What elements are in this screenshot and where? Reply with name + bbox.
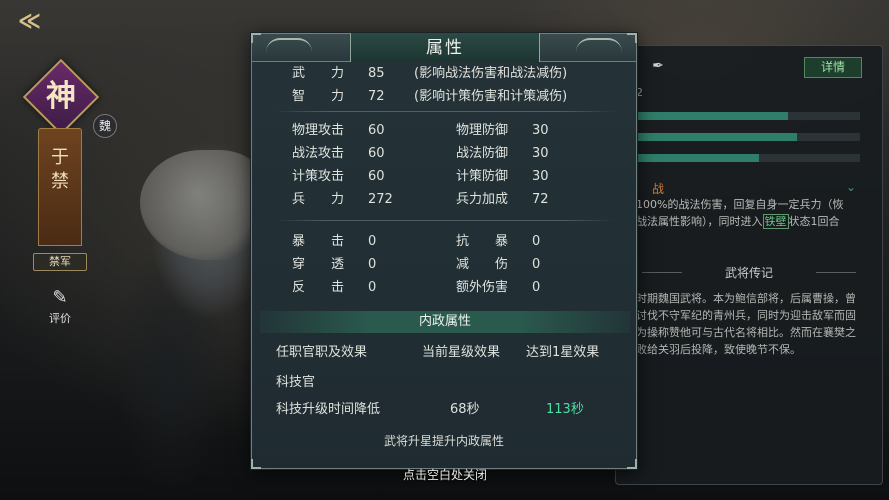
civil-header-next: 达到1星效果 [526,345,600,360]
hero-name: 于 禁 [38,146,82,194]
stat-label: 抗 暴 [456,234,509,249]
biography-text: 时期魏国武将。本为鲍信部将，后属曹操，曾 讨伐不守军纪的青州兵，同时为迎击敌军而… [636,290,862,358]
civil-header-current: 当前星级效果 [422,345,501,360]
panel-number-fragment: 2 [636,86,643,99]
stat-bar [636,154,860,162]
skill-description: 100%的战法伤害，回复自身一定兵力（恢 战法属性影响），同时进入 铁壁 状态1回合 [636,196,862,230]
troop-type-tag: 禁军 [33,253,87,271]
bio-line: 为操称赞他可与古代名将相比。然而在襄樊之 [636,326,856,339]
civil-header-post: 任职官职及效果 [276,345,368,360]
civil-effect-name: 科技升级时间降低 [276,402,381,417]
bio-line: 讨伐不守军纪的青州兵，同时为迎击敌军而固 [636,309,856,322]
divider [274,220,616,221]
modal-title: 属性 [426,38,464,58]
bio-line: 败给关羽后投降，致使晚节不保。 [636,343,801,356]
stat-bar-fill [636,133,798,141]
stat-value: 0 [532,257,541,272]
skill-desc-line: 战法属性影响），同时进入 铁壁 状态1回合 [636,213,862,230]
stat-value: 60 [368,146,385,161]
stat-label: 额外伤害 [456,280,509,295]
stat-value: 0 [532,234,541,249]
chevron-down-icon[interactable]: ⌄ [846,180,856,194]
corner-ornament-icon [251,33,261,43]
stat-value: 85 [368,66,385,81]
faction-badge: 魏 [93,114,117,138]
stat-label: 计策攻击 [292,169,345,184]
divider [274,111,616,112]
edit-note-icon: ✎ [52,287,68,308]
back-button[interactable]: ≪ [18,10,64,34]
stat-value: 272 [368,192,393,207]
ornament-icon [266,38,312,56]
civil-post-name: 科技官 [276,375,316,390]
stat-bar-fill [636,154,760,162]
stat-value: 0 [368,257,377,272]
stat-label: 物理防御 [456,123,509,138]
skill-type-tag: 战 [652,182,665,196]
stat-value: 72 [368,89,385,104]
ornament-icon [576,38,622,56]
stat-label: 兵 力 [292,192,345,207]
stat-label: 武 力 [292,66,345,81]
stat-value: 60 [368,169,385,184]
biography-title: 武将传记 [636,264,862,281]
stat-label: 暴 击 [292,234,345,249]
bio-line: 时期魏国武将。本为鲍信部将，后属曹操，曾 [636,292,856,305]
stat-label: 战法防御 [456,146,509,161]
stat-note: (影响战法伤害和战法减伤) [414,66,568,81]
stat-value: 0 [532,280,541,295]
stat-label: 智 力 [292,89,345,104]
stat-value: 0 [368,234,377,249]
corner-ornament-icon [627,33,637,43]
attributes-modal: 属性 武 力 85 (影响战法伤害和战法减伤) 智 力 72 (影响计策伤害和计… [251,33,637,469]
status-keyword[interactable]: 铁壁 [762,214,789,229]
stat-label: 穿 透 [292,257,345,272]
stat-note: (影响计策伤害和计策减伤) [414,89,568,104]
skill-desc-text: 战法属性影响），同时进入 [636,215,763,228]
corner-ornament-icon [627,459,637,469]
detail-button[interactable]: 详情 [804,57,862,78]
stat-bar [636,133,860,141]
skill-desc-line: 100%的战法伤害，回复自身一定兵力（恢 [636,198,844,211]
quill-icon: ✒ [652,58,664,74]
stat-value: 60 [368,123,385,138]
back-arrow-icon: ≪ [18,9,42,34]
hero-name-char: 禁 [51,171,69,192]
stat-bar-fill [636,112,789,120]
stat-label: 计策防御 [456,169,509,184]
upgrade-hint: 武将升星提升内政属性 [383,434,504,448]
close-hint[interactable]: 点击空白处关闭 [360,466,530,483]
stat-label: 战法攻击 [292,146,345,161]
rank-badge-glyph: 神 [46,79,76,114]
skill-desc-text: 状态1回合 [788,215,840,228]
stat-label: 物理攻击 [292,123,345,138]
stat-bar [636,112,860,120]
stat-label: 减 伤 [456,257,509,272]
civil-current-value: 68秒 [450,402,480,417]
hero-name-char: 于 [51,147,69,168]
civil-section-header: 内政属性 [260,311,630,333]
civil-next-value: 113秒 [546,402,584,417]
stat-value: 30 [532,146,549,161]
review-button[interactable]: ✎ 评价 [44,288,76,326]
stat-label: 反 击 [292,280,345,295]
stat-value: 0 [368,280,377,295]
stat-label: 兵力加成 [456,192,509,207]
stat-value: 72 [532,192,549,207]
stat-value: 30 [532,123,549,138]
review-label: 评价 [49,312,71,325]
stat-value: 30 [532,169,549,184]
corner-ornament-icon [251,459,261,469]
